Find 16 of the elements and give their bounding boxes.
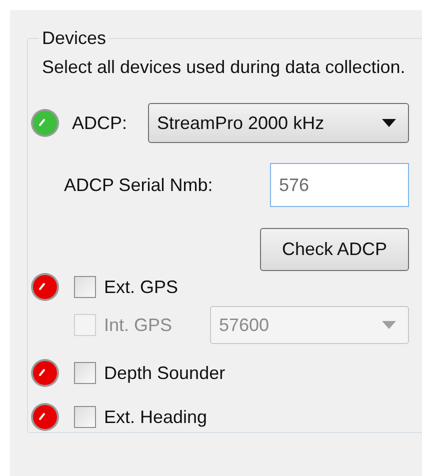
adcp-model-dropdown[interactable]: StreamPro 2000 kHz bbox=[148, 103, 409, 143]
checkbox[interactable] bbox=[74, 276, 96, 298]
serial-field[interactable]: 576 bbox=[270, 163, 409, 207]
device-label: Ext. GPS bbox=[104, 276, 178, 298]
device-label: Depth Sounder bbox=[104, 362, 226, 384]
device-label: Ext. Heading bbox=[104, 406, 208, 428]
checkbox[interactable] bbox=[74, 406, 96, 428]
dropdown-arrow-icon bbox=[382, 321, 396, 329]
checkbox[interactable] bbox=[74, 362, 96, 384]
serial-label: ADCP Serial Nmb: bbox=[64, 174, 213, 196]
device-label: Int. GPS bbox=[104, 314, 172, 336]
check-adcp-button[interactable]: Check ADCP bbox=[260, 228, 409, 271]
description-text: Select all devices used during data collection. bbox=[42, 56, 406, 79]
adcp-label: ADCP: bbox=[72, 112, 128, 134]
group-title: Devices bbox=[41, 28, 108, 49]
dropdown-arrow-icon bbox=[382, 119, 396, 127]
